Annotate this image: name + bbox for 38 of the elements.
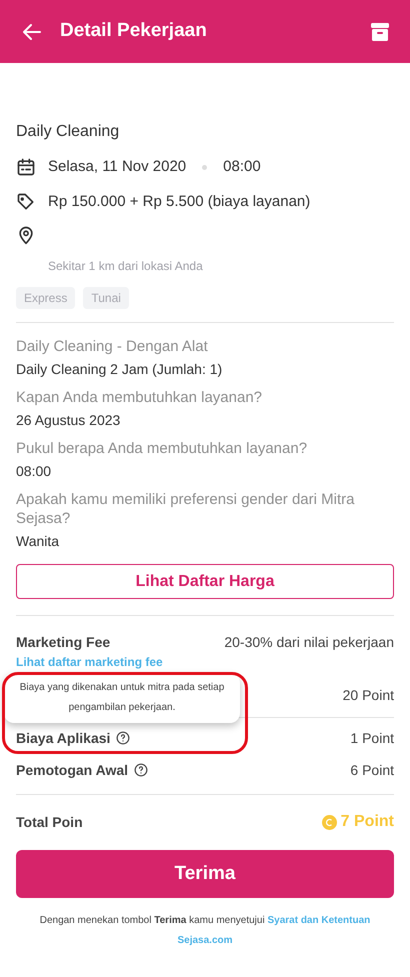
tag-chip: Express xyxy=(16,287,76,309)
fee-label: Biaya Aplikasi xyxy=(16,728,110,748)
job-time: 08:00 xyxy=(223,157,261,177)
job-date: Selasa, 11 Nov 2020 xyxy=(48,157,186,177)
terms-link[interactable]: Syarat dan Ketentuan xyxy=(267,915,370,926)
tag-chip: Tunai xyxy=(83,287,129,309)
total-value: 7 Point xyxy=(340,812,394,832)
question-label: Kapan Anda membutuhkan layanan? xyxy=(16,388,264,407)
terms-text: Dengan menekan tombol Terima kamu menyetujui Syarat dan Ketentuan Sejasa.com xyxy=(38,914,372,948)
price-list-button[interactable]: Lihat Daftar Harga xyxy=(16,564,394,599)
page-title: Detail Pekerjaan xyxy=(60,19,207,44)
question-label: Daily Cleaning - Dengan Alat xyxy=(16,337,209,356)
answer-text: 08:00 xyxy=(16,462,52,481)
coin-icon xyxy=(322,814,337,830)
fee-value: 20-30% dari nilai pekerjaan xyxy=(224,633,394,652)
tooltip: Biaya yang dikenakan untuk mitra pada setiap pengambilan pekerjaan. xyxy=(4,673,240,723)
answer-text: 26 Agustus 2023 xyxy=(16,411,122,430)
answer-text: Daily Cleaning 2 Jam (Jumlah: 1) xyxy=(16,360,224,379)
fee-value: 6 Point xyxy=(350,760,394,780)
distance-text: Sekitar 1 km dari lokasi Anda xyxy=(48,258,204,275)
fee-label: Pemotogan Awal xyxy=(16,760,128,780)
archive-icon[interactable] xyxy=(370,22,390,42)
question-label: Apakah kamu memiliki preferensi gender dari Mitra Sejasa? xyxy=(16,490,356,528)
total-label: Total Poin xyxy=(16,812,83,832)
job-title: Daily Cleaning xyxy=(16,122,120,142)
job-price: Rp 150.000 + Rp 5.500 (biaya layanan) xyxy=(48,192,310,212)
tag-icon xyxy=(16,192,36,212)
fee-value: 20 Point xyxy=(342,686,394,704)
accept-button[interactable]: Terima xyxy=(16,850,394,898)
question-label: Pukul berapa Anda membutuhkan layanan? xyxy=(16,439,308,458)
help-icon[interactable] xyxy=(134,763,148,777)
marketing-fee-link[interactable]: Lihat daftar marketing fee xyxy=(16,653,163,671)
calendar-icon xyxy=(16,157,36,178)
help-icon[interactable] xyxy=(116,731,130,745)
fee-label: Marketing Fee xyxy=(16,633,110,652)
fee-value: 1 Point xyxy=(350,728,394,748)
terms-link[interactable]: Sejasa.com xyxy=(177,935,233,946)
answer-text: Wanita xyxy=(16,532,60,551)
